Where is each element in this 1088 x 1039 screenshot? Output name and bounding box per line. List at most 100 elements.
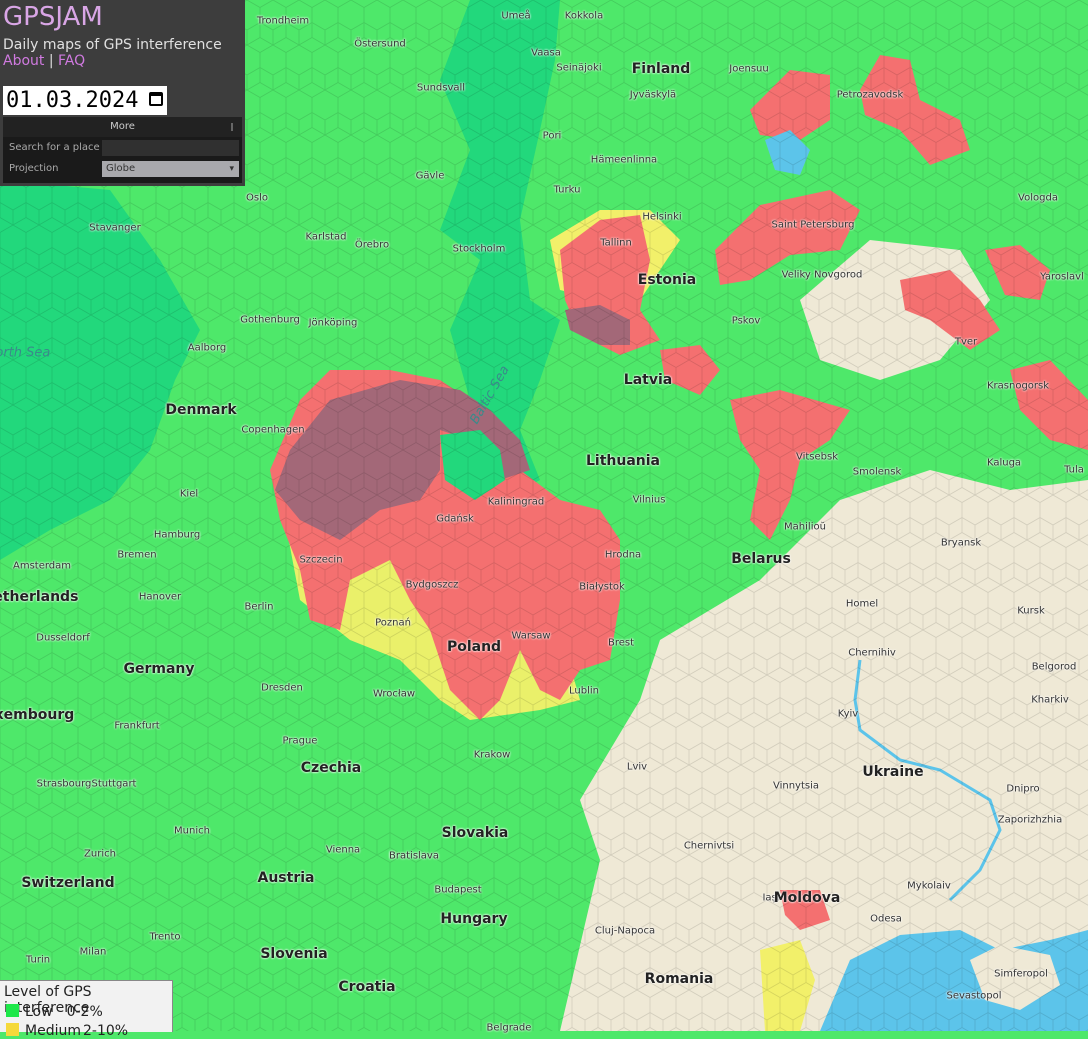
city-label: Östersund xyxy=(354,38,406,50)
country-label: Austria xyxy=(257,870,315,886)
city-label: Trondheim xyxy=(256,15,310,27)
city-label: Helsinki xyxy=(642,211,682,223)
city-label: Gothenburg xyxy=(240,314,300,326)
country-label: Netherlands xyxy=(0,589,79,605)
city-label: Örebro xyxy=(354,239,390,251)
city-label: Chernihiv xyxy=(848,647,896,659)
city-label: Bratislava xyxy=(389,850,439,862)
date-input[interactable]: 01.03.2024 xyxy=(3,86,167,115)
city-label: Zaporizhzhia xyxy=(997,814,1063,826)
more-toggle[interactable]: More ‖ xyxy=(3,117,242,137)
legend-item-medium: Medium 2-10% xyxy=(6,1023,128,1039)
legend-label: Low xyxy=(25,1004,53,1020)
city-label: Tallinn xyxy=(600,237,632,249)
date-value: 01.03.2024 xyxy=(6,88,139,113)
city-label: Odesa xyxy=(870,913,902,925)
city-label: Kyiv xyxy=(837,708,859,720)
low-swatch xyxy=(6,1004,19,1017)
country-label: Czechia xyxy=(300,760,362,776)
city-label: Vologda xyxy=(1018,192,1058,204)
city-label: Cluj-Napoca xyxy=(594,925,656,937)
projection-label: Projection xyxy=(9,163,59,174)
projection-select[interactable]: Globe xyxy=(102,161,239,177)
legend-item-low: Low 0-2% xyxy=(6,1004,103,1020)
city-label: Mahilioŭ xyxy=(784,521,826,533)
city-label: Berlin xyxy=(244,601,274,613)
search-input[interactable] xyxy=(102,140,239,156)
city-label: Budapest xyxy=(434,884,482,896)
city-label: Hamburg xyxy=(153,529,201,541)
country-label: Finland xyxy=(631,61,691,77)
country-label: Slovenia xyxy=(260,946,328,962)
calendar-icon[interactable] xyxy=(149,92,163,106)
city-label: Simferopol xyxy=(994,968,1048,980)
city-label: Kiel xyxy=(179,488,199,500)
country-label: Germany xyxy=(123,661,195,677)
city-label: Hanover xyxy=(138,591,182,603)
drag-handle-icon[interactable]: ‖ xyxy=(230,117,234,137)
city-label: Białystok xyxy=(579,581,625,593)
city-label: Brest xyxy=(607,637,635,649)
city-label: Krasnogorsk xyxy=(986,380,1050,392)
city-label: Belgorod xyxy=(1031,661,1077,673)
sea-label: North Sea xyxy=(0,345,51,361)
city-label: Kokkola xyxy=(564,10,604,22)
city-label: Oslo xyxy=(246,192,268,204)
country-label: Hungary xyxy=(440,911,508,927)
city-label: Sundsvall xyxy=(416,82,466,94)
city-label: Belgrade xyxy=(486,1022,532,1034)
city-label: Chernivtsi xyxy=(683,840,735,852)
city-label: Aalborg xyxy=(187,342,227,354)
city-label: Warsaw xyxy=(511,630,551,642)
city-label: Turku xyxy=(553,184,581,196)
city-label: Zurich xyxy=(84,848,116,860)
city-label: Homel xyxy=(845,598,879,610)
city-label: Hrodna xyxy=(604,549,642,561)
city-label: Milan xyxy=(79,946,107,958)
city-label: Pori xyxy=(542,130,562,142)
search-label: Search for a place xyxy=(9,142,100,153)
country-label: Estonia xyxy=(637,272,697,288)
city-label: Seinäjoki xyxy=(556,62,602,74)
city-label: Kharkiv xyxy=(1031,694,1069,706)
legend-range: 2-10% xyxy=(82,1023,129,1039)
city-label: Lublin xyxy=(569,685,599,697)
city-label: Krakow xyxy=(473,749,511,761)
city-label: Amsterdam xyxy=(12,560,72,572)
about-link[interactable]: About xyxy=(3,53,44,69)
legend-label: Medium xyxy=(25,1023,81,1039)
medium-swatch xyxy=(6,1023,19,1036)
city-label: Dnipro xyxy=(1006,783,1040,795)
country-label: Slovakia xyxy=(441,825,509,841)
city-label: Trento xyxy=(149,931,181,943)
city-label: Bryansk xyxy=(940,537,982,549)
city-label: Joensuu xyxy=(729,63,769,75)
city-label: Sevastopol xyxy=(946,990,1002,1002)
city-label: Vienna xyxy=(325,844,361,856)
nav-links: About | FAQ xyxy=(3,53,85,69)
city-label: Bydgoszcz xyxy=(405,579,459,591)
country-label: Poland xyxy=(446,639,502,655)
projection-row: Projection Globe xyxy=(3,158,242,179)
city-label: Frankfurt xyxy=(114,720,160,732)
city-label: Szczecin xyxy=(299,554,343,566)
faq-link[interactable]: FAQ xyxy=(58,53,85,69)
city-label: Mykolaiv xyxy=(907,880,951,892)
city-label: Tula xyxy=(1064,464,1084,476)
search-row: Search for a place xyxy=(3,137,242,158)
city-label: Pskov xyxy=(731,315,761,327)
city-label: Jönköping xyxy=(308,317,358,329)
city-label: Copenhagen xyxy=(241,424,305,436)
city-label: Umeå xyxy=(501,10,531,22)
legend: Level of GPS interference Low 0-2% Medium… xyxy=(0,980,173,1039)
country-label: Belarus xyxy=(731,551,791,567)
legend-range: 0-2% xyxy=(66,1004,103,1020)
city-label: Kursk xyxy=(1017,605,1045,617)
control-panel: GPSJAM Daily maps of GPS interference Ab… xyxy=(0,0,245,186)
more-label: More xyxy=(110,121,135,132)
city-label: Strasbourg xyxy=(36,778,92,790)
city-label: Vitsebsk xyxy=(795,451,839,463)
country-label: Switzerland xyxy=(21,875,115,891)
city-label: Munich xyxy=(174,825,210,837)
city-label: Gdańsk xyxy=(436,513,474,525)
